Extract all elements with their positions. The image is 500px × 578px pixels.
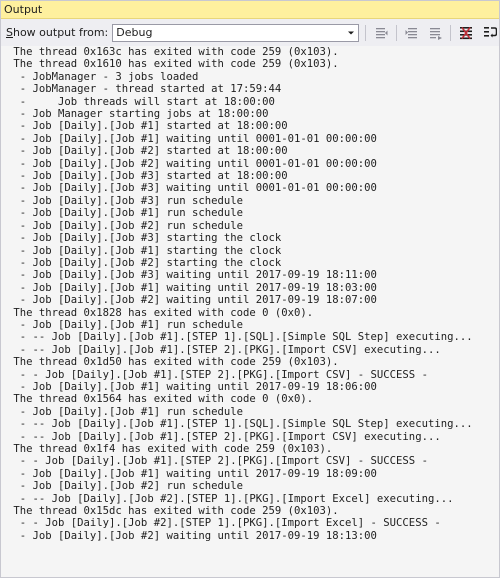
output-line: - Job [Daily].[Job #2] run schedule (7, 480, 243, 493)
output-line: - -- Job [Daily].[Job #2].[STEP 1].[PKG]… (7, 492, 454, 505)
output-line: - Job [Daily].[Job #1] run schedule (7, 405, 243, 418)
output-line: - Job [Daily].[Job #2] starting the cloc… (7, 256, 282, 269)
output-line: - -- Job [Daily].[Job #1].[STEP 1].[SQL]… (7, 418, 473, 431)
output-window: Output Show output from: Debug The threa… (0, 0, 500, 578)
window-title: Output (4, 3, 43, 16)
output-line: - Job [Daily].[Job #1] run schedule (7, 318, 243, 331)
output-line: - JobManager - 3 jobs loaded (7, 70, 199, 83)
output-line: - -- Job [Daily].[Job #1].[STEP 2].[PKG]… (7, 343, 441, 356)
output-line: - - Job [Daily].[Job #1].[STEP 2].[PKG].… (7, 368, 428, 381)
output-line: The thread 0x1564 has exited with code 0… (7, 393, 314, 406)
output-toolbar: Show output from: Debug (1, 19, 499, 47)
clear-all-icon (460, 26, 473, 39)
go-to-previous-message-button[interactable] (372, 24, 390, 42)
find-message-button[interactable] (427, 24, 445, 42)
output-line: The thread 0x1610 has exited with code 2… (7, 58, 339, 71)
show-output-label: Show output from: (6, 26, 109, 39)
output-source-value: Debug (116, 26, 153, 39)
output-line: - Job [Daily].[Job #3] waiting until 201… (7, 269, 377, 282)
toggle-word-wrap-button[interactable] (481, 24, 499, 42)
output-line: - Job [Daily].[Job #1] run schedule (7, 207, 243, 220)
output-line: - Job [Daily].[Job #2] waiting until 000… (7, 157, 377, 170)
output-line: - -- Job [Daily].[Job #1].[STEP 1].[SQL]… (7, 331, 473, 344)
chevron-down-icon (348, 31, 355, 34)
output-line: The thread 0x163c has exited with code 2… (7, 46, 339, 58)
toggle-word-wrap-icon (484, 26, 498, 37)
output-line: The thread 0x15dc has exited with code 2… (7, 505, 339, 518)
go-to-next-message-button[interactable] (403, 24, 421, 42)
output-line: The thread 0x1d50 has exited with code 2… (7, 356, 339, 369)
output-line: - Job [Daily].[Job #1] starting the cloc… (7, 244, 282, 257)
output-source-select[interactable]: Debug (112, 23, 360, 42)
output-line: - Job [Daily].[Job #1] waiting until 201… (7, 380, 377, 393)
title-bar[interactable]: Output (1, 1, 499, 19)
output-line: The thread 0x1828 has exited with code 0… (7, 306, 314, 319)
output-line: - Job [Daily].[Job #3] run schedule (7, 194, 243, 207)
output-line: The thread 0x1f4 has exited with code 25… (7, 443, 333, 455)
toolbar-separator (365, 24, 367, 41)
output-text-area[interactable]: The thread 0x163c has exited with code 2… (1, 46, 499, 577)
output-line: - Job [Daily].[Job #2] waiting until 201… (7, 294, 377, 307)
clear-all-button[interactable] (457, 24, 475, 42)
find-message-icon (429, 27, 442, 40)
output-line: - Job [Daily].[Job #1] started at 18:00:… (7, 120, 288, 133)
output-line: - Job [Daily].[Job #1] waiting until 201… (7, 467, 377, 480)
output-line: - Job threads will start at 18:00:00 (7, 95, 275, 108)
go-to-previous-message-icon (376, 27, 388, 38)
output-line: - Job [Daily].[Job #3] started at 18:00:… (7, 170, 288, 183)
go-to-next-message-icon (405, 27, 417, 38)
output-line: - Job [Daily].[Job #3] waiting until 000… (7, 182, 377, 195)
output-line: - Job [Daily].[Job #2] run schedule (7, 219, 243, 232)
toolbar-separator (450, 24, 452, 41)
output-line: - - Job [Daily].[Job #1].[STEP 2].[PKG].… (7, 455, 428, 468)
output-line: - JobManager - thread started at 17:59:4… (7, 83, 282, 96)
output-line: - Job [Daily].[Job #1] waiting until 201… (7, 281, 377, 294)
output-line: - Job [Daily].[Job #2] waiting until 201… (7, 529, 377, 542)
output-line: - -- Job [Daily].[Job #1].[STEP 2].[PKG]… (7, 430, 441, 443)
output-line: - Job Manager starting jobs at 18:00:00 (7, 108, 269, 121)
toolbar-separator (395, 24, 397, 41)
output-line: - Job [Daily].[Job #3] starting the cloc… (7, 232, 282, 245)
output-line: - - Job [Daily].[Job #2].[STEP 1].[PKG].… (7, 517, 441, 530)
output-line: - Job [Daily].[Job #1] waiting until 000… (7, 132, 377, 145)
output-line: - Job [Daily].[Job #2] started at 18:00:… (7, 145, 288, 158)
